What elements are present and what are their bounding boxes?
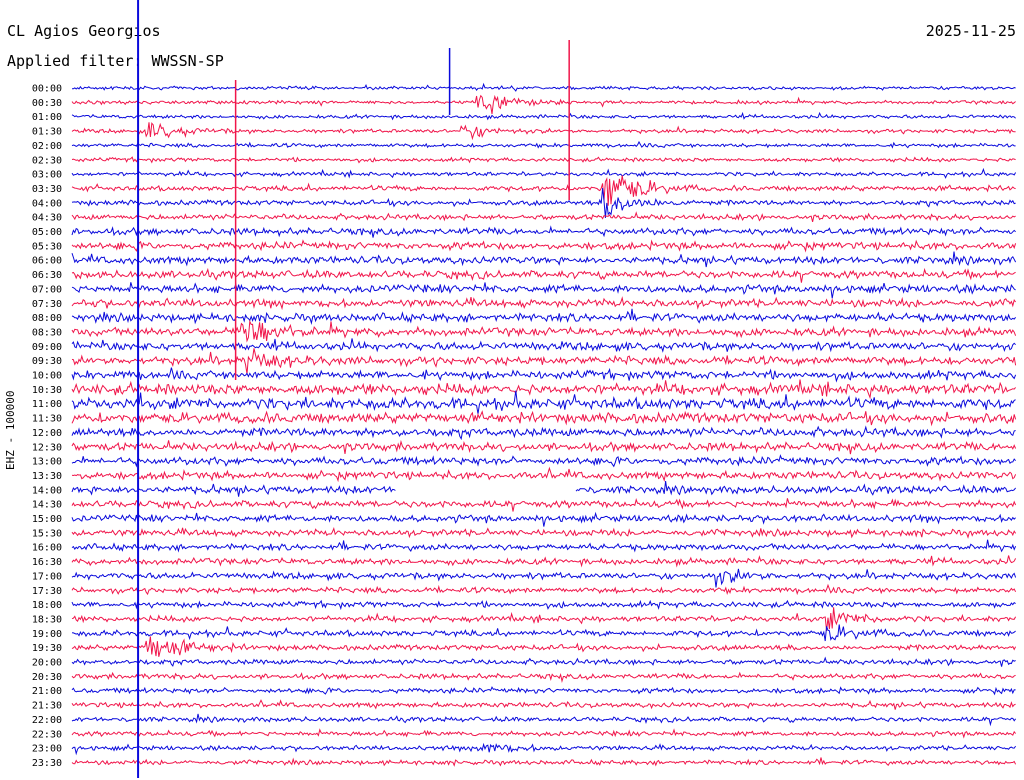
time-label-group: 00:00 00:30 01:00 01:30 02:00 02:30 03:00 03:30… bbox=[32, 84, 62, 769]
trace-row bbox=[71, 599, 1016, 611]
time-label: 23:00 bbox=[32, 744, 62, 755]
time-label: 21:00 bbox=[32, 686, 62, 697]
trace-row bbox=[71, 167, 1017, 179]
time-label: 23:30 bbox=[32, 758, 62, 769]
time-label: 18:00 bbox=[32, 600, 62, 611]
time-label: 00:30 bbox=[32, 98, 62, 109]
trace-row bbox=[71, 671, 1016, 683]
time-label: 13:00 bbox=[32, 457, 62, 468]
trace-row bbox=[71, 348, 1017, 375]
trace-row bbox=[71, 410, 1017, 427]
trace-row bbox=[71, 308, 1016, 325]
trace-row bbox=[71, 239, 1017, 253]
trace-row bbox=[71, 282, 1016, 299]
time-label: 04:00 bbox=[32, 198, 62, 209]
time-label: 11:00 bbox=[32, 399, 62, 410]
time-label: 09:30 bbox=[32, 356, 62, 367]
time-label: 10:30 bbox=[32, 385, 62, 396]
trace-row bbox=[71, 379, 1016, 400]
trace-row bbox=[71, 742, 1017, 756]
trace-row bbox=[71, 539, 1017, 553]
trace-row bbox=[71, 267, 1016, 283]
time-label: 06:00 bbox=[32, 256, 62, 267]
time-label: 22:30 bbox=[32, 729, 62, 740]
time-label: 20:30 bbox=[32, 672, 62, 683]
trace-row bbox=[71, 454, 1016, 468]
trace-group bbox=[71, 0, 1017, 778]
trace-row bbox=[71, 583, 1017, 596]
time-label: 03:00 bbox=[32, 170, 62, 181]
time-label: 00:00 bbox=[32, 84, 62, 95]
trace-row bbox=[71, 498, 1017, 512]
trace-row bbox=[71, 686, 1016, 696]
time-label: 20:00 bbox=[32, 658, 62, 669]
trace-row bbox=[71, 319, 1017, 343]
time-label: 19:00 bbox=[32, 629, 62, 640]
trace-row bbox=[71, 122, 1016, 141]
time-label: 08:00 bbox=[32, 313, 62, 324]
time-label: 03:30 bbox=[32, 184, 62, 195]
trace-row bbox=[71, 211, 1016, 223]
trace-row bbox=[71, 187, 1016, 219]
time-label: 12:30 bbox=[32, 442, 62, 453]
trace-row bbox=[71, 338, 1016, 353]
time-label: 21:30 bbox=[32, 701, 62, 712]
trace-row bbox=[71, 156, 1016, 164]
time-label: 02:30 bbox=[32, 155, 62, 166]
trace-row bbox=[71, 511, 1016, 527]
trace-row bbox=[71, 390, 1016, 414]
trace-row bbox=[71, 140, 1016, 149]
trace-row bbox=[71, 94, 1016, 114]
time-label: 05:30 bbox=[32, 241, 62, 252]
trace-row bbox=[72, 82, 1016, 92]
time-label: 09:00 bbox=[32, 342, 62, 353]
time-label: 01:30 bbox=[32, 127, 62, 138]
time-label: 02:00 bbox=[32, 141, 62, 152]
trace-row bbox=[71, 757, 1017, 767]
trace-row bbox=[71, 296, 1017, 311]
trace-row bbox=[71, 111, 1016, 121]
time-label: 04:30 bbox=[32, 213, 62, 224]
time-label: 14:00 bbox=[32, 485, 62, 496]
time-label: 11:30 bbox=[32, 414, 62, 425]
trace-row bbox=[71, 527, 1017, 539]
time-label: 14:30 bbox=[32, 500, 62, 511]
time-label: 06:30 bbox=[32, 270, 62, 281]
time-label: 08:30 bbox=[32, 327, 62, 338]
time-label: 15:30 bbox=[32, 528, 62, 539]
trace-row bbox=[71, 425, 1016, 441]
trace-row bbox=[71, 367, 1017, 383]
trace-row bbox=[71, 624, 1016, 642]
time-label: 22:00 bbox=[32, 715, 62, 726]
trace-row bbox=[71, 251, 1017, 268]
time-label: 07:00 bbox=[32, 284, 62, 295]
trace-row bbox=[71, 439, 1017, 455]
trace-row bbox=[71, 656, 1016, 667]
time-label: 16:30 bbox=[32, 557, 62, 568]
time-label: 18:30 bbox=[32, 614, 62, 625]
time-label: 16:00 bbox=[32, 543, 62, 554]
trace-row bbox=[71, 481, 1017, 497]
trace-row bbox=[71, 225, 1016, 238]
trace-row bbox=[71, 466, 1017, 483]
time-label: 17:00 bbox=[32, 571, 62, 582]
time-label: 07:30 bbox=[32, 299, 62, 310]
time-label: 19:30 bbox=[32, 643, 62, 654]
time-label: 12:00 bbox=[32, 428, 62, 439]
trace-row bbox=[71, 555, 1017, 568]
time-label: 17:30 bbox=[32, 586, 62, 597]
time-label: 05:00 bbox=[32, 227, 62, 238]
trace-row bbox=[71, 568, 1017, 588]
trace-row bbox=[71, 607, 1017, 632]
time-label: 13:30 bbox=[32, 471, 62, 482]
time-label: 15:00 bbox=[32, 514, 62, 525]
time-label: 10:00 bbox=[32, 371, 62, 382]
trace-row bbox=[71, 728, 1016, 739]
trace-row bbox=[71, 636, 1017, 657]
helicorder-chart: 00:00 00:30 01:00 01:30 02:00 02:30 03:00 03:30… bbox=[32, 0, 1017, 778]
time-label: 01:00 bbox=[32, 112, 62, 123]
trace-row bbox=[71, 699, 1016, 710]
trace-row bbox=[71, 713, 1017, 727]
